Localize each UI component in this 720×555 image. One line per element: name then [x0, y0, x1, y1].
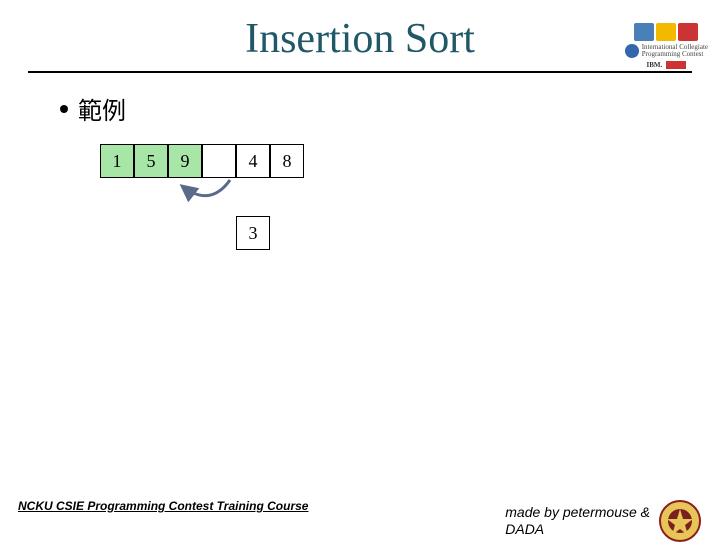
bullet-icon	[60, 105, 68, 113]
bullet-row: 範例	[60, 91, 660, 126]
array-cell: 4	[236, 144, 270, 178]
sponsor-badge-icon	[666, 61, 686, 69]
array-cell-sorted: 1	[100, 144, 134, 178]
array-cell-inserting: 3	[236, 216, 270, 250]
swap-arrow-icon	[170, 176, 250, 216]
acm-text-block: International Collegiate Programming Con…	[642, 44, 708, 58]
credits-line1: made by petermouse &	[505, 504, 650, 520]
array-cell: 8	[270, 144, 304, 178]
ibm-row: IBM.	[646, 61, 686, 69]
acm-line2: Programming Contest	[642, 51, 708, 58]
array-diagram: 1 5 9 4 8 3	[100, 144, 660, 284]
logo-tile-blue	[634, 23, 654, 41]
credits-line2: DADA	[505, 521, 544, 537]
array-cell-empty	[202, 144, 236, 178]
example-label: 範例	[78, 91, 126, 126]
logo-tiles	[634, 23, 698, 41]
footer-course-name: NCKU CSIE Programming Contest Training C…	[18, 499, 308, 513]
acm-logo-row: International Collegiate Programming Con…	[625, 44, 708, 58]
ibm-text: IBM.	[646, 61, 662, 69]
footer-right: made by petermouse & DADA	[505, 499, 702, 543]
array-cell-sorted: 5	[134, 144, 168, 178]
logo-tile-yellow	[656, 23, 676, 41]
array-cell-sorted: 9	[168, 144, 202, 178]
footer: NCKU CSIE Programming Contest Training C…	[0, 499, 720, 543]
ncku-logo-icon	[658, 499, 702, 543]
top-right-logos: International Collegiate Programming Con…	[625, 23, 708, 69]
acm-circle-icon	[625, 44, 639, 58]
logo-tile-red	[678, 23, 698, 41]
content-area: 範例 1 5 9 4 8 3	[0, 73, 720, 302]
page-title: Insertion Sort	[0, 15, 720, 63]
credits-text: made by petermouse & DADA	[505, 504, 650, 539]
